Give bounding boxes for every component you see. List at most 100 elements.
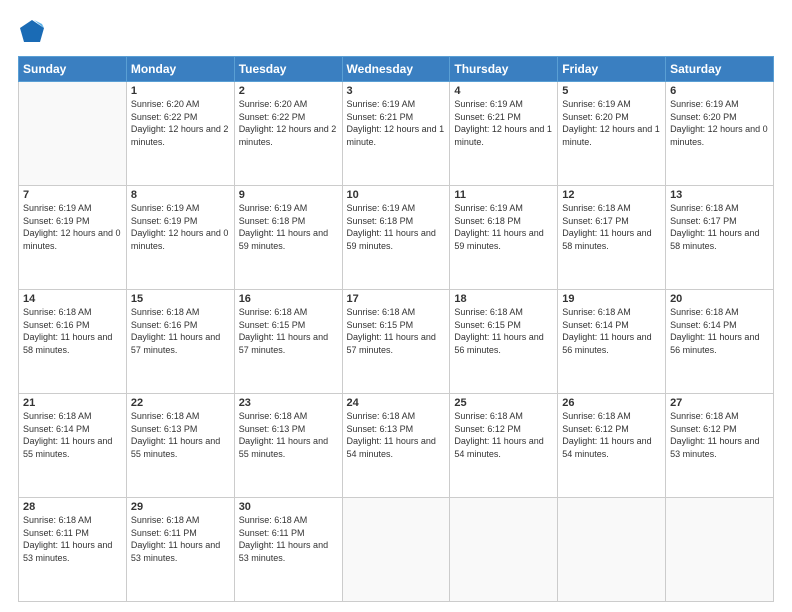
calendar-cell: 10Sunrise: 6:19 AMSunset: 6:18 PMDayligh… — [342, 186, 450, 290]
page: SundayMondayTuesdayWednesdayThursdayFrid… — [0, 0, 792, 612]
calendar-cell: 4Sunrise: 6:19 AMSunset: 6:21 PMDaylight… — [450, 82, 558, 186]
calendar-cell — [666, 498, 774, 602]
day-info: Sunrise: 6:18 AMSunset: 6:16 PMDaylight:… — [23, 306, 122, 356]
weekday-header-saturday: Saturday — [666, 57, 774, 82]
day-number: 20 — [670, 293, 769, 305]
calendar-cell: 26Sunrise: 6:18 AMSunset: 6:12 PMDayligh… — [558, 394, 666, 498]
day-info: Sunrise: 6:18 AMSunset: 6:12 PMDaylight:… — [562, 410, 661, 460]
week-row-5: 28Sunrise: 6:18 AMSunset: 6:11 PMDayligh… — [19, 498, 774, 602]
calendar-cell: 25Sunrise: 6:18 AMSunset: 6:12 PMDayligh… — [450, 394, 558, 498]
week-row-1: 1Sunrise: 6:20 AMSunset: 6:22 PMDaylight… — [19, 82, 774, 186]
calendar-cell: 19Sunrise: 6:18 AMSunset: 6:14 PMDayligh… — [558, 290, 666, 394]
day-number: 25 — [454, 397, 553, 409]
calendar-cell: 20Sunrise: 6:18 AMSunset: 6:14 PMDayligh… — [666, 290, 774, 394]
calendar-cell: 24Sunrise: 6:18 AMSunset: 6:13 PMDayligh… — [342, 394, 450, 498]
calendar-cell: 22Sunrise: 6:18 AMSunset: 6:13 PMDayligh… — [126, 394, 234, 498]
calendar-cell — [558, 498, 666, 602]
day-info: Sunrise: 6:18 AMSunset: 6:15 PMDaylight:… — [347, 306, 446, 356]
day-number: 22 — [131, 397, 230, 409]
day-info: Sunrise: 6:18 AMSunset: 6:12 PMDaylight:… — [454, 410, 553, 460]
day-number: 14 — [23, 293, 122, 305]
day-info: Sunrise: 6:20 AMSunset: 6:22 PMDaylight:… — [239, 98, 338, 148]
calendar-cell: 27Sunrise: 6:18 AMSunset: 6:12 PMDayligh… — [666, 394, 774, 498]
calendar-table: SundayMondayTuesdayWednesdayThursdayFrid… — [18, 56, 774, 602]
day-info: Sunrise: 6:19 AMSunset: 6:18 PMDaylight:… — [347, 202, 446, 252]
calendar-cell: 13Sunrise: 6:18 AMSunset: 6:17 PMDayligh… — [666, 186, 774, 290]
calendar-cell: 28Sunrise: 6:18 AMSunset: 6:11 PMDayligh… — [19, 498, 127, 602]
day-number: 28 — [23, 501, 122, 513]
calendar-cell: 2Sunrise: 6:20 AMSunset: 6:22 PMDaylight… — [234, 82, 342, 186]
calendar-cell: 23Sunrise: 6:18 AMSunset: 6:13 PMDayligh… — [234, 394, 342, 498]
day-number: 9 — [239, 189, 338, 201]
day-info: Sunrise: 6:19 AMSunset: 6:18 PMDaylight:… — [239, 202, 338, 252]
day-number: 4 — [454, 85, 553, 97]
calendar-cell: 11Sunrise: 6:19 AMSunset: 6:18 PMDayligh… — [450, 186, 558, 290]
day-info: Sunrise: 6:19 AMSunset: 6:21 PMDaylight:… — [347, 98, 446, 148]
day-number: 11 — [454, 189, 553, 201]
day-info: Sunrise: 6:18 AMSunset: 6:13 PMDaylight:… — [131, 410, 230, 460]
day-info: Sunrise: 6:18 AMSunset: 6:13 PMDaylight:… — [239, 410, 338, 460]
day-number: 21 — [23, 397, 122, 409]
calendar-cell: 5Sunrise: 6:19 AMSunset: 6:20 PMDaylight… — [558, 82, 666, 186]
day-number: 19 — [562, 293, 661, 305]
weekday-header-row: SundayMondayTuesdayWednesdayThursdayFrid… — [19, 57, 774, 82]
logo — [18, 18, 50, 46]
week-row-2: 7 Sunrise: 6:19 AMSunset: 6:19 PMDaylight… — [19, 186, 774, 290]
day-info: Sunrise: 6:18 AMSunset: 6:17 PMDaylight:… — [670, 202, 769, 252]
day-number: 13 — [670, 189, 769, 201]
calendar-cell: 16Sunrise: 6:18 AMSunset: 6:15 PMDayligh… — [234, 290, 342, 394]
calendar-cell: 8Sunrise: 6:19 AMSunset: 6:19 PMDaylight… — [126, 186, 234, 290]
logo-icon — [18, 18, 46, 46]
day-number: 2 — [239, 85, 338, 97]
day-number: 23 — [239, 397, 338, 409]
day-number: 5 — [562, 85, 661, 97]
day-info: Sunrise: 6:18 AMSunset: 6:12 PMDaylight:… — [670, 410, 769, 460]
weekday-header-thursday: Thursday — [450, 57, 558, 82]
day-number: 6 — [670, 85, 769, 97]
day-number: 10 — [347, 189, 446, 201]
calendar-cell: 7Sunrise: 6:19 AMSunset: 6:19 PMDaylight… — [19, 186, 127, 290]
day-info: Sunrise: 6:19 AMSunset: 6:19 PMDaylight:… — [131, 202, 230, 252]
calendar-cell: 14Sunrise: 6:18 AMSunset: 6:16 PMDayligh… — [19, 290, 127, 394]
calendar-cell: 29Sunrise: 6:18 AMSunset: 6:11 PMDayligh… — [126, 498, 234, 602]
calendar-cell: 3Sunrise: 6:19 AMSunset: 6:21 PMDaylight… — [342, 82, 450, 186]
weekday-header-tuesday: Tuesday — [234, 57, 342, 82]
calendar-cell: 12Sunrise: 6:18 AMSunset: 6:17 PMDayligh… — [558, 186, 666, 290]
calendar-cell — [450, 498, 558, 602]
calendar-cell: 9Sunrise: 6:19 AMSunset: 6:18 PMDaylight… — [234, 186, 342, 290]
day-info: Sunrise: 6:18 AMSunset: 6:11 PMDaylight:… — [23, 514, 122, 564]
day-number: 29 — [131, 501, 230, 513]
day-number: 7 — [23, 189, 122, 201]
calendar-cell: 1Sunrise: 6:20 AMSunset: 6:22 PMDaylight… — [126, 82, 234, 186]
day-number: 30 — [239, 501, 338, 513]
day-info: Sunrise: 6:18 AMSunset: 6:15 PMDaylight:… — [239, 306, 338, 356]
day-info: Sunrise: 6:19 AMSunset: 6:20 PMDaylight:… — [670, 98, 769, 148]
calendar-cell: 17Sunrise: 6:18 AMSunset: 6:15 PMDayligh… — [342, 290, 450, 394]
weekday-header-monday: Monday — [126, 57, 234, 82]
day-number: 18 — [454, 293, 553, 305]
day-number: 24 — [347, 397, 446, 409]
day-info: Sunrise: 6:20 AMSunset: 6:22 PMDaylight:… — [131, 98, 230, 148]
week-row-4: 21Sunrise: 6:18 AMSunset: 6:14 PMDayligh… — [19, 394, 774, 498]
day-info: Sunrise: 6:18 AMSunset: 6:11 PMDaylight:… — [239, 514, 338, 564]
day-number: 3 — [347, 85, 446, 97]
day-number: 16 — [239, 293, 338, 305]
day-number: 1 — [131, 85, 230, 97]
day-info: Sunrise: 6:18 AMSunset: 6:17 PMDaylight:… — [562, 202, 661, 252]
weekday-header-sunday: Sunday — [19, 57, 127, 82]
calendar-cell: 18Sunrise: 6:18 AMSunset: 6:15 PMDayligh… — [450, 290, 558, 394]
calendar-cell — [19, 82, 127, 186]
day-info: Sunrise: 6:18 AMSunset: 6:14 PMDaylight:… — [562, 306, 661, 356]
calendar-cell: 21Sunrise: 6:18 AMSunset: 6:14 PMDayligh… — [19, 394, 127, 498]
day-info: Sunrise: 6:18 AMSunset: 6:15 PMDaylight:… — [454, 306, 553, 356]
day-number: 17 — [347, 293, 446, 305]
calendar-cell: 15Sunrise: 6:18 AMSunset: 6:16 PMDayligh… — [126, 290, 234, 394]
calendar-cell: 6Sunrise: 6:19 AMSunset: 6:20 PMDaylight… — [666, 82, 774, 186]
day-info: Sunrise: 6:18 AMSunset: 6:14 PMDaylight:… — [23, 410, 122, 460]
day-number: 27 — [670, 397, 769, 409]
day-number: 26 — [562, 397, 661, 409]
day-info: Sunrise: 6:19 AMSunset: 6:18 PMDaylight:… — [454, 202, 553, 252]
day-info: Sunrise: 6:18 AMSunset: 6:11 PMDaylight:… — [131, 514, 230, 564]
weekday-header-wednesday: Wednesday — [342, 57, 450, 82]
week-row-3: 14Sunrise: 6:18 AMSunset: 6:16 PMDayligh… — [19, 290, 774, 394]
